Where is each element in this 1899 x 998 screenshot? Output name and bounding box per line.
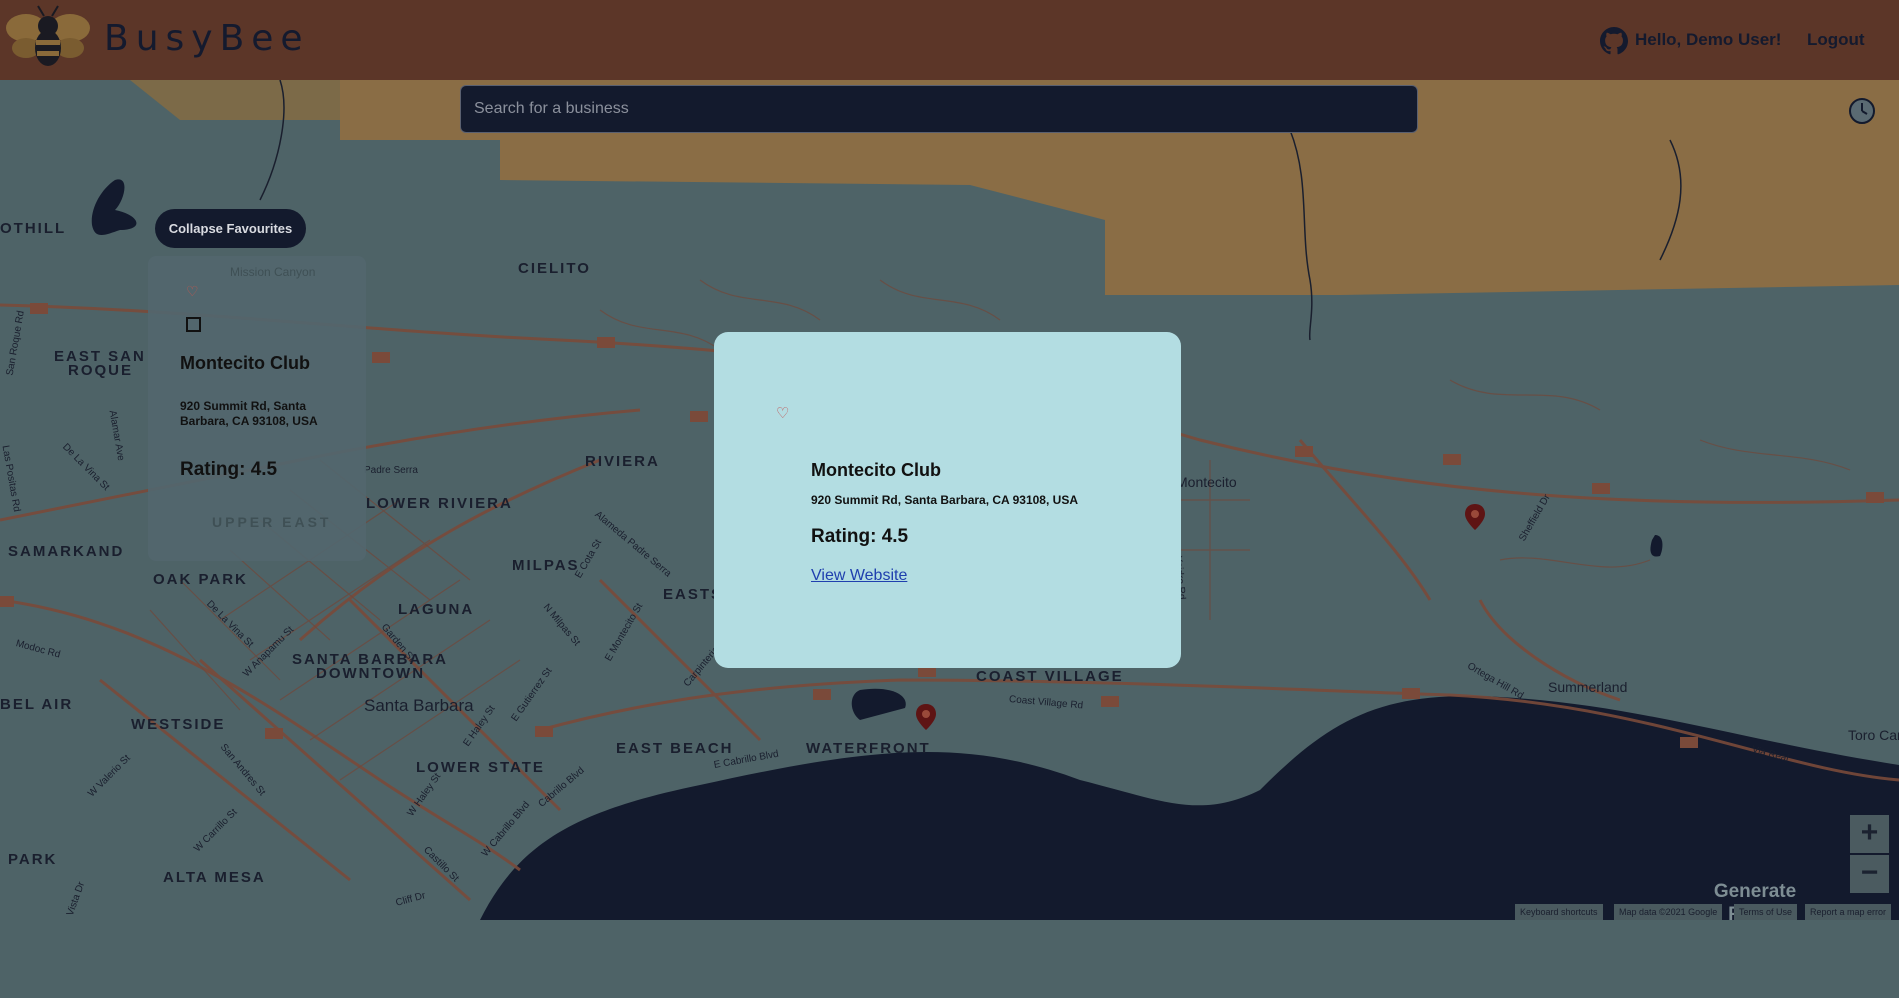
place-label: LOWER RIVIERA (366, 495, 513, 512)
place-label: ROQUE (68, 362, 134, 379)
user-greeting: Hello, Demo User! (1635, 30, 1782, 49)
place-label: Montecito (1176, 474, 1237, 490)
place-label: LAGUNA (398, 601, 475, 618)
checkbox-icon[interactable] (186, 317, 201, 332)
heart-icon[interactable]: ♡ (186, 283, 199, 300)
place-label: SAMARKAND (8, 543, 125, 560)
map-pin-icon[interactable] (916, 704, 936, 730)
github-icon[interactable] (1600, 27, 1628, 55)
map-land-area-west (0, 80, 340, 120)
map-pond (1650, 535, 1663, 557)
place-label: Santa Barbara (364, 696, 474, 715)
place-label: COAST VILLAGE (976, 668, 1124, 685)
place-label: WESTSIDE (131, 716, 226, 733)
map-place-label: Mission Canyon (230, 265, 316, 279)
place-label: OTHILL (0, 220, 67, 237)
logout-button[interactable]: Logout (1807, 30, 1865, 50)
map-ocean (480, 696, 1899, 920)
view-website-link[interactable]: View Website (811, 567, 907, 585)
place-label: WATERFRONT (806, 740, 931, 757)
report-map-error-link[interactable]: Report a map error (1805, 904, 1892, 920)
place-label: BEL AIR (0, 696, 74, 713)
place-label: RIVIERA (585, 453, 660, 470)
zoom-in-button[interactable]: + (1850, 815, 1889, 853)
place-label: DOWNTOWN (316, 665, 426, 682)
favourite-address: 920 Summit Rd, Santa Barbara, CA 93108, … (180, 399, 318, 428)
zoom-out-button[interactable]: − (1850, 855, 1889, 893)
collapse-favourites-button[interactable]: Collapse Favourites (155, 209, 306, 248)
favourite-name: Montecito Club (180, 353, 310, 373)
terms-of-use-link[interactable]: Terms of Use (1734, 904, 1798, 920)
map-data-text: Map data ©2021 Google (1614, 904, 1723, 920)
map-lake (91, 179, 137, 235)
brand-name: BusyBee (104, 18, 310, 59)
keyboard-shortcuts-link[interactable]: Keyboard shortcuts (1515, 904, 1603, 920)
place-label: Summerland (1548, 679, 1628, 695)
business-address: 920 Summit Rd, Santa Barbara, CA 93108, … (811, 493, 1078, 507)
heart-icon[interactable]: ♡ (776, 404, 789, 422)
map-pin-icon[interactable] (1465, 504, 1485, 530)
place-label: CIELITO (518, 260, 591, 277)
map-place-label: UPPER EAST (212, 514, 332, 530)
page-footer-area (0, 920, 1899, 998)
map-harbor (851, 688, 906, 720)
bee-logo-icon[interactable] (2, 4, 94, 72)
app-header: BusyBee Hello, Demo User! Logout (0, 0, 1899, 80)
road-label: Padre Serra (364, 465, 418, 476)
place-label: EAST BEACH (616, 740, 734, 757)
compass-icon[interactable] (1848, 97, 1876, 125)
place-label: MILPAS (512, 557, 580, 574)
business-detail-modal[interactable]: ♡ Montecito Club 920 Summit Rd, Santa Ba… (714, 332, 1181, 668)
place-label: Toro Cany (1848, 727, 1899, 743)
favourite-rating: Rating: 4.5 (180, 459, 278, 480)
business-search-input[interactable] (460, 85, 1418, 133)
place-label: PARK (8, 851, 58, 868)
favourite-card[interactable]: Mission Canyon ♡ Montecito Club 920 Summ… (148, 256, 366, 561)
place-label: ALTA MESA (163, 869, 266, 886)
business-rating: Rating: 4.5 (811, 526, 909, 547)
place-label: OAK PARK (153, 571, 248, 588)
business-name: Montecito Club (811, 460, 941, 480)
